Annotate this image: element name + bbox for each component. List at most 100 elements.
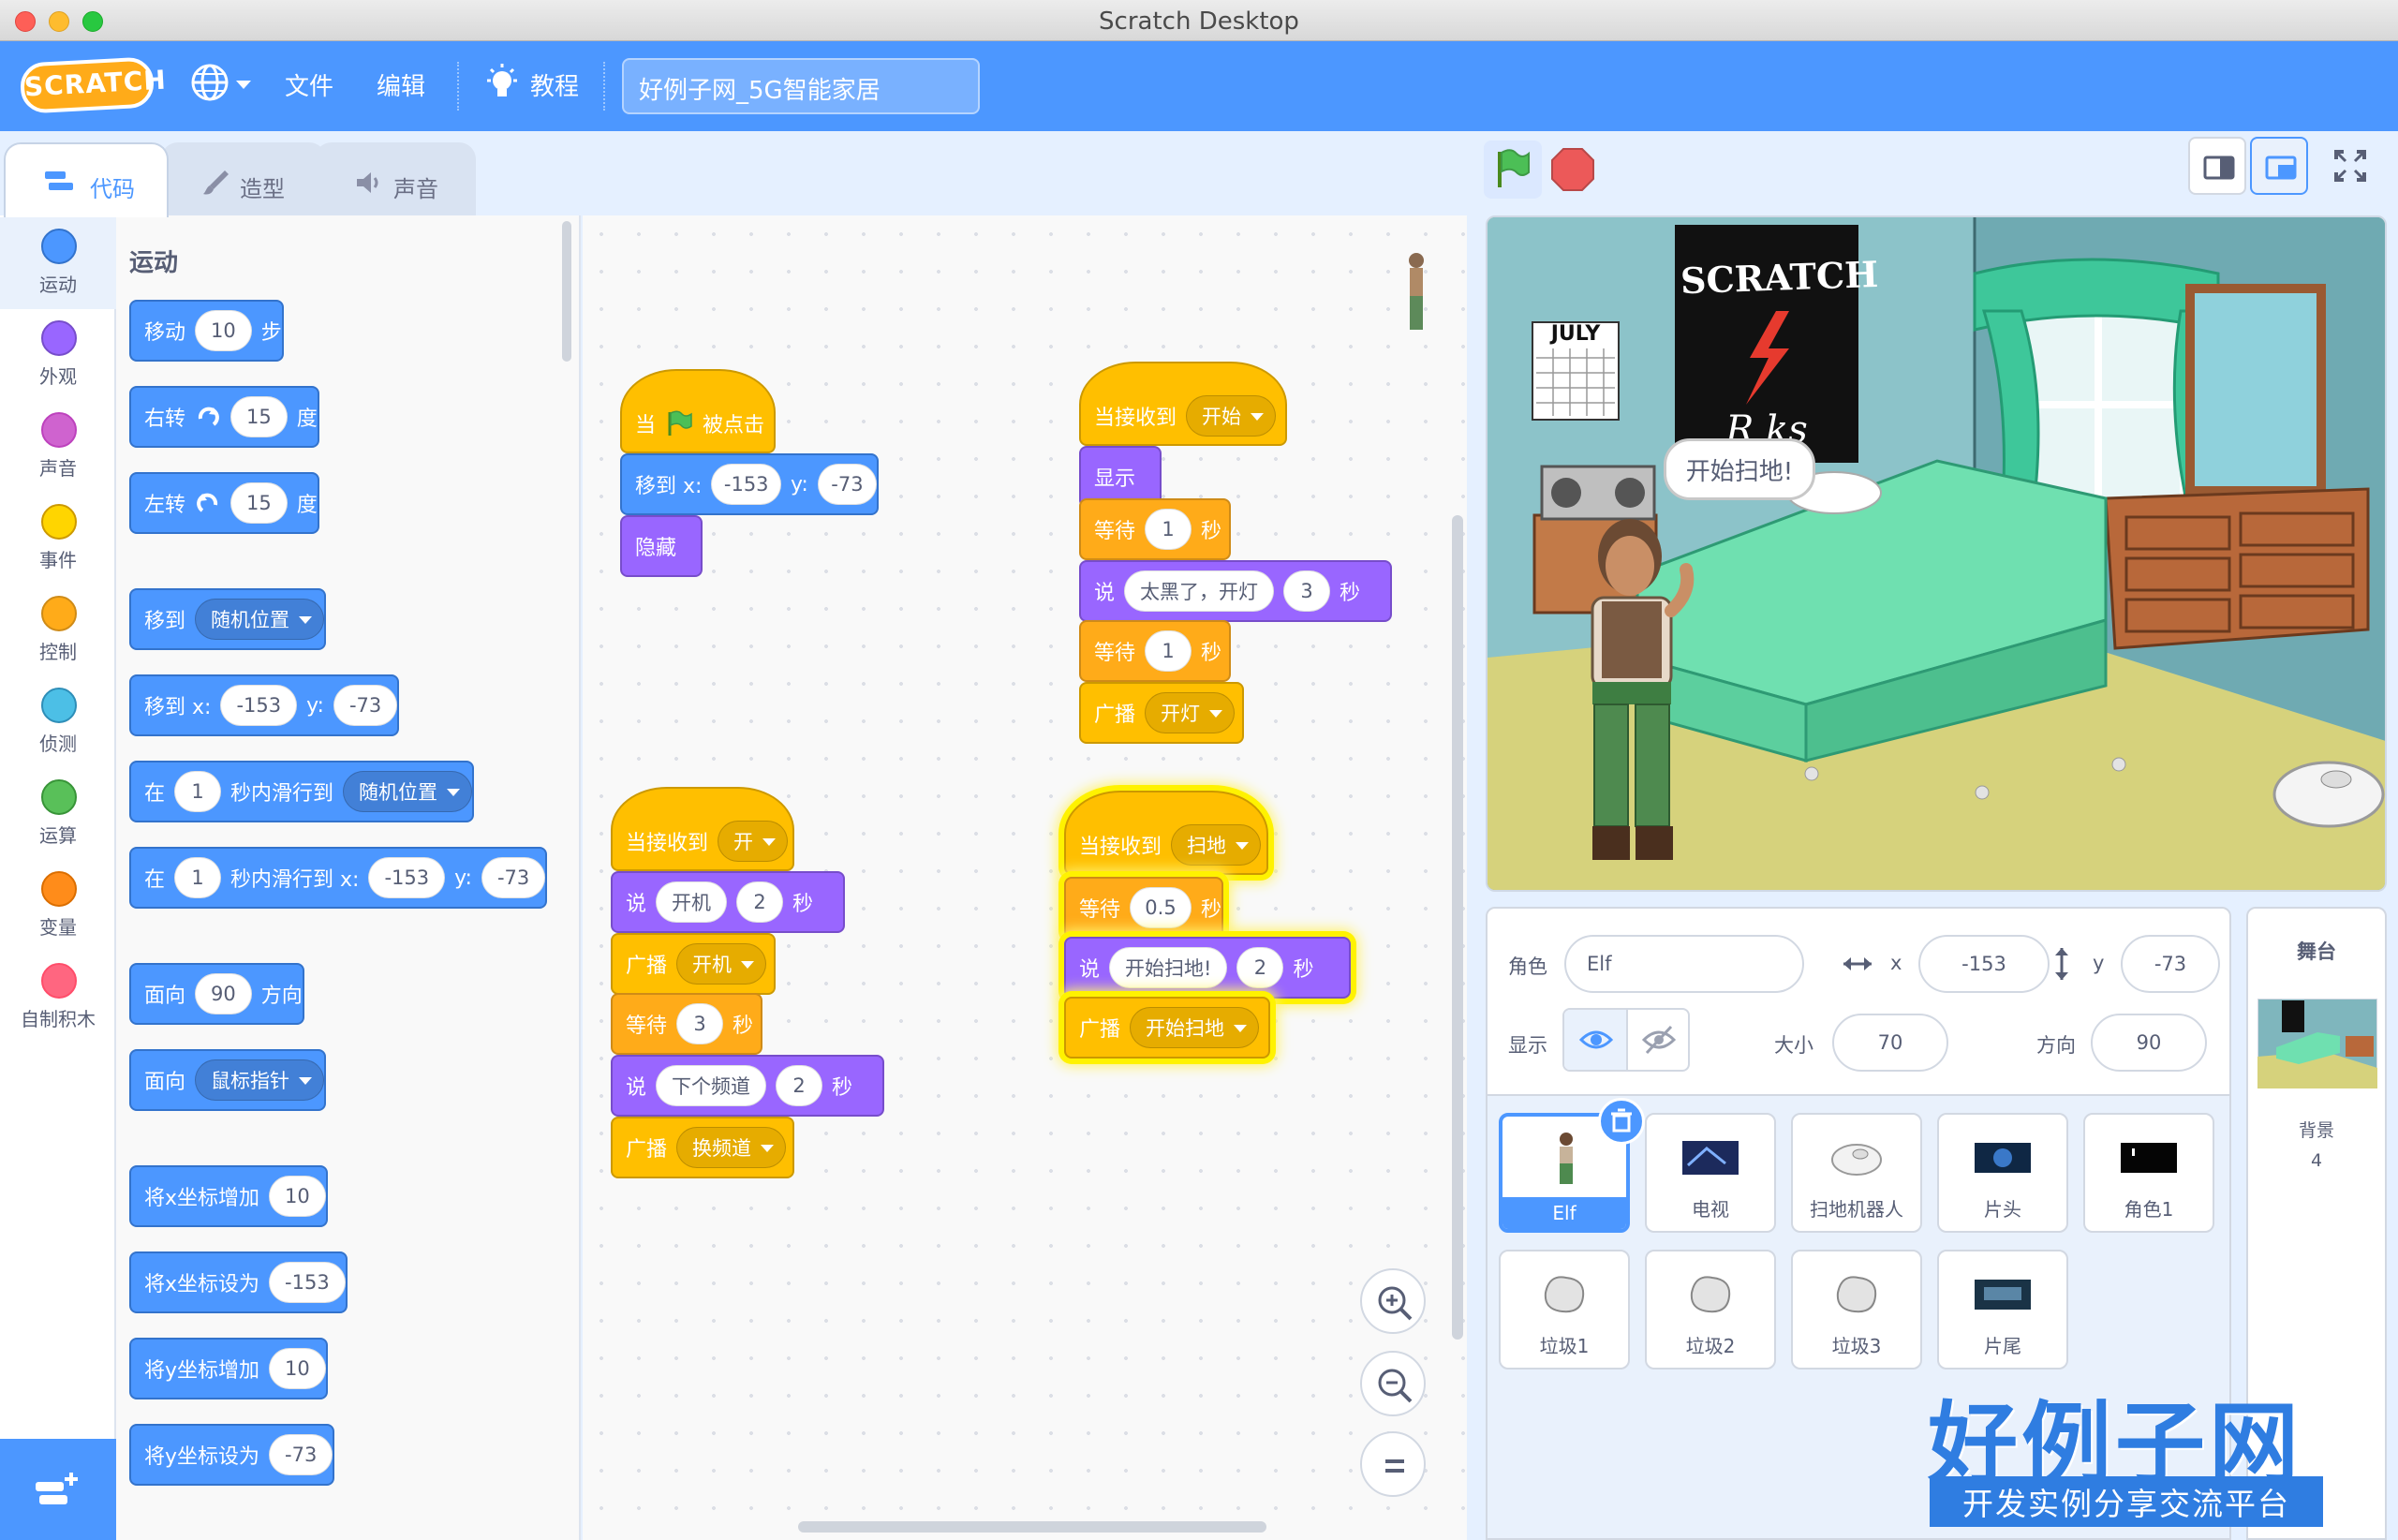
hat-when-receive-start[interactable]: 当接收到 开始 [1079, 362, 1287, 446]
sprite-tile[interactable]: 片尾 [1937, 1250, 2068, 1370]
block-say-for-secs[interactable]: 说 太黑了，开灯 3 秒 [1079, 560, 1392, 622]
block-turn-left[interactable]: 左转 15 度 [129, 472, 319, 534]
block-dropdown[interactable]: 扫地 [1171, 824, 1262, 866]
category-variables[interactable]: 变量 [0, 860, 116, 952]
block-dropdown[interactable]: 换频道 [676, 1127, 787, 1168]
script-workspace[interactable]: 当 被点击 移到 x: -153 y: -73 隐藏 当接收到 开始 显示 等待… [583, 215, 1467, 1540]
stop-sign-icon[interactable] [1549, 146, 1596, 193]
workspace-vertical-scrollbar[interactable] [1452, 515, 1463, 1340]
block-input[interactable]: -153 [269, 1262, 346, 1303]
block-input[interactable]: 太黑了，开灯 [1124, 570, 1275, 612]
block-input[interactable]: 10 [195, 310, 252, 351]
small-stage-button[interactable] [2188, 137, 2246, 195]
add-extension-button[interactable] [0, 1439, 116, 1540]
scratch-logo[interactable]: SCRATCH [19, 56, 168, 114]
sprite-tile[interactable]: 垃圾2 [1645, 1250, 1776, 1370]
sprite-tile[interactable]: 垃圾3 [1791, 1250, 1922, 1370]
block-dropdown[interactable]: 开始扫地 [1130, 1007, 1260, 1048]
block-input[interactable]: 1 [1145, 630, 1192, 672]
category-events[interactable]: 事件 [0, 493, 116, 585]
zoom-reset-button[interactable] [1360, 1431, 1426, 1497]
block-input[interactable]: 1 [1145, 509, 1192, 550]
block-input[interactable]: 90 [195, 973, 252, 1014]
block-input[interactable]: 2 [776, 1065, 823, 1106]
block-change-y[interactable]: 将y坐标增加 10 [129, 1338, 328, 1399]
palette-scrollbar[interactable] [562, 221, 571, 362]
language-globe-icon[interactable] [189, 62, 230, 103]
block-hide[interactable]: 隐藏 [620, 515, 703, 577]
workspace-horizontal-scrollbar[interactable] [798, 1521, 1266, 1533]
category-control[interactable]: 控制 [0, 585, 116, 676]
block-set-x[interactable]: 将x坐标设为 -153 [129, 1251, 348, 1313]
block-broadcast[interactable]: 广播 开机 [611, 933, 776, 995]
tab-costumes[interactable]: 造型 [161, 142, 326, 217]
block-wait[interactable]: 等待 1 秒 [1079, 498, 1231, 560]
block-point-towards[interactable]: 面向 鼠标指针 [129, 1049, 327, 1111]
sprite-tile[interactable]: 垃圾1 [1499, 1250, 1630, 1370]
block-input[interactable]: -73 [817, 464, 877, 505]
block-wait[interactable]: 等待 3 秒 [611, 993, 762, 1055]
block-dropdown[interactable]: 鼠标指针 [195, 1059, 325, 1101]
size-input[interactable]: 70 [1832, 1014, 1948, 1072]
y-position-input[interactable]: -73 [2121, 935, 2220, 993]
block-go-to[interactable]: 移到 随机位置 [129, 588, 327, 650]
block-input[interactable]: -153 [711, 464, 781, 505]
hide-sprite-button[interactable] [1628, 1010, 1690, 1070]
sprite-tile[interactable]: 电视 [1645, 1113, 1776, 1233]
block-wait[interactable]: 等待 0.5 秒 [1064, 877, 1223, 939]
hat-when-receive-sweep[interactable]: 当接收到 扫地 [1064, 791, 1268, 875]
zoom-out-button[interactable] [1360, 1351, 1426, 1416]
block-input[interactable]: 1 [174, 771, 222, 812]
block-input[interactable]: 2 [1236, 947, 1284, 988]
block-input[interactable]: 10 [269, 1348, 326, 1389]
category-my-blocks[interactable]: 自制积木 [0, 952, 116, 1044]
block-broadcast[interactable]: 广播 开始扫地 [1064, 997, 1270, 1059]
sprite-tile[interactable]: 扫地机器人 [1791, 1113, 1922, 1233]
delete-sprite-button[interactable] [1598, 1098, 1645, 1145]
block-point-direction[interactable]: 面向 90 方向 [129, 963, 304, 1025]
block-input[interactable]: 2 [736, 881, 784, 923]
block-dropdown[interactable]: 开 [718, 821, 789, 862]
block-say-for-secs[interactable]: 说 下个频道 2 秒 [611, 1055, 884, 1117]
block-input[interactable]: 1 [174, 857, 222, 898]
block-input[interactable]: 开机 [656, 881, 728, 923]
block-broadcast[interactable]: 广播 开灯 [1079, 682, 1244, 744]
block-input[interactable]: 下个频道 [656, 1065, 767, 1106]
block-input[interactable]: -73 [333, 685, 398, 726]
block-input[interactable]: 10 [269, 1176, 326, 1217]
block-input[interactable]: 3 [1283, 570, 1331, 612]
block-change-x[interactable]: 将x坐标增加 10 [129, 1165, 328, 1227]
block-dropdown[interactable]: 开灯 [1145, 692, 1236, 733]
block-turn-right[interactable]: 右转 15 度 [129, 386, 319, 448]
sprite-name-input[interactable]: Elf [1564, 935, 1804, 993]
block-move-steps[interactable]: 移动 10 步 [129, 300, 284, 362]
block-set-y[interactable]: 将y坐标设为 -73 [129, 1424, 335, 1486]
block-input[interactable]: 开始扫地! [1109, 947, 1228, 988]
block-glide-to[interactable]: 在 1 秒内滑行到 随机位置 [129, 761, 475, 822]
block-input[interactable]: 3 [676, 1003, 724, 1044]
green-flag-button[interactable] [1484, 141, 1542, 199]
block-input[interactable]: 15 [230, 482, 288, 524]
large-stage-button[interactable] [2250, 137, 2308, 195]
block-dropdown[interactable]: 随机位置 [343, 771, 473, 812]
block-dropdown[interactable]: 随机位置 [195, 599, 325, 640]
file-menu[interactable]: 文件 [285, 67, 333, 102]
x-position-input[interactable]: -153 [1918, 935, 2050, 993]
stage-canvas[interactable]: R ks SCRATCH JULY 开始扫地! [1486, 215, 2387, 892]
category-looks[interactable]: 外观 [0, 309, 116, 401]
category-operators[interactable]: 运算 [0, 768, 116, 860]
tab-sounds[interactable]: 声音 [315, 142, 476, 217]
block-dropdown[interactable]: 开始 [1186, 395, 1277, 437]
block-input[interactable]: -73 [269, 1434, 333, 1475]
block-input[interactable]: 0.5 [1130, 887, 1192, 928]
sprite-tile[interactable]: 角色1 [2083, 1113, 2214, 1233]
block-dropdown[interactable]: 开机 [676, 943, 767, 985]
zoom-in-button[interactable] [1360, 1268, 1426, 1334]
block-say-for-secs[interactable]: 说 开始扫地! 2 秒 [1064, 937, 1351, 999]
show-sprite-button[interactable] [1564, 1010, 1628, 1070]
direction-input[interactable]: 90 [2091, 1014, 2207, 1072]
tutorials-menu[interactable]: 教程 [530, 67, 579, 102]
block-input[interactable]: -153 [368, 857, 446, 898]
lightbulb-icon[interactable] [483, 62, 521, 105]
category-motion[interactable]: 运动 [0, 217, 116, 309]
